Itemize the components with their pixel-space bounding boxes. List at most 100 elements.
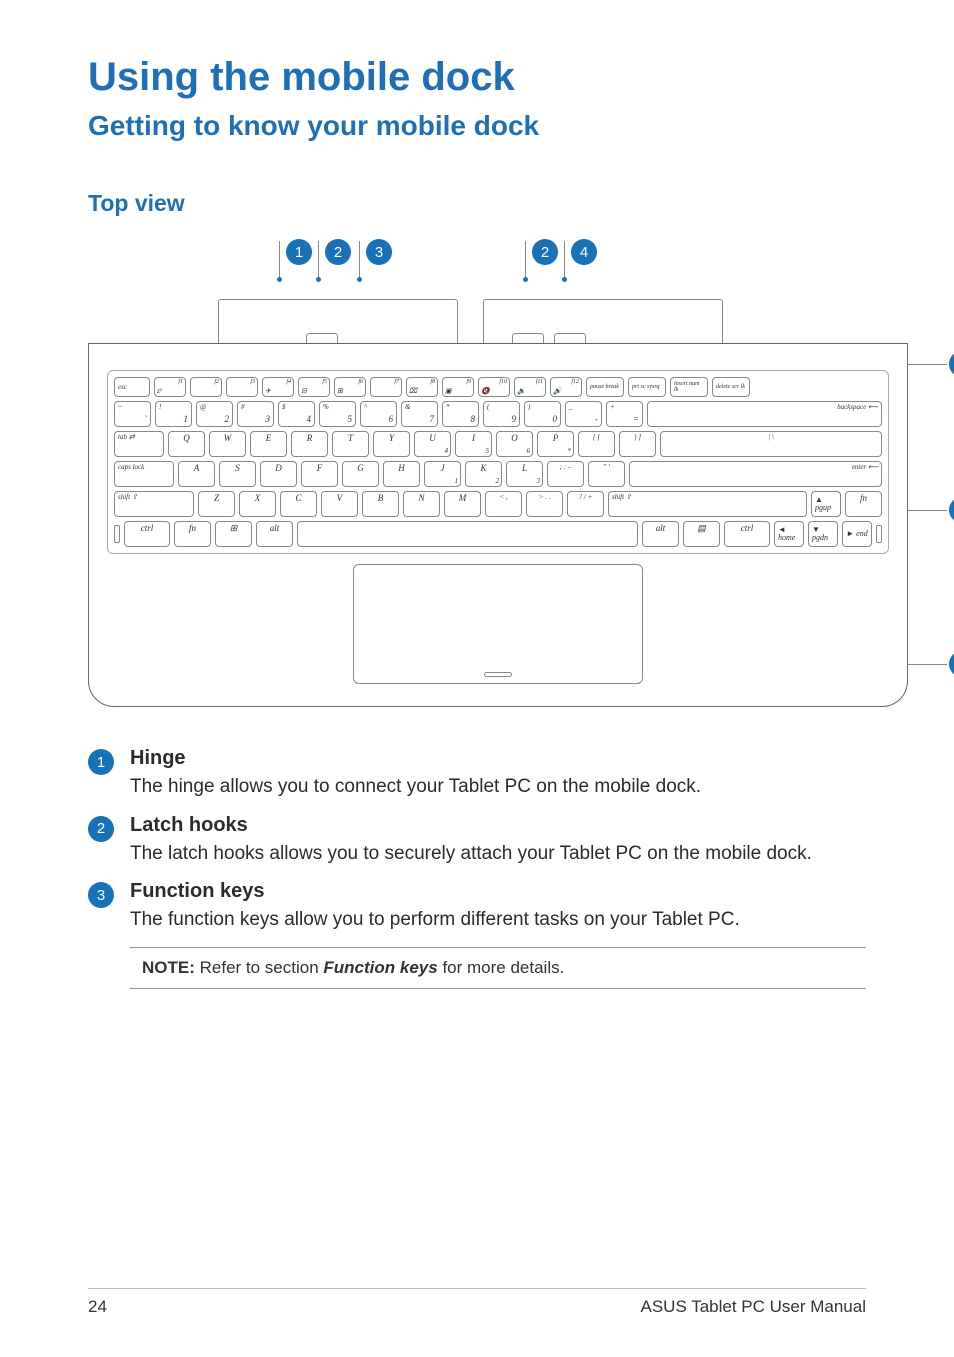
key-q: Q xyxy=(168,431,205,457)
key-f1: f1z² xyxy=(154,377,186,397)
callout-badge-1: 1 xyxy=(88,749,114,775)
desc-item-1: 1 Hinge The hinge allows you to connect … xyxy=(88,747,866,800)
key-capslock: caps lock xyxy=(114,461,174,487)
key-esc: esc xyxy=(114,377,150,397)
key-h: H xyxy=(383,461,420,487)
key-d: D xyxy=(260,461,297,487)
key-right: ► end xyxy=(842,521,872,547)
key-f7: f7 xyxy=(370,377,402,397)
note-post: for more details. xyxy=(438,958,565,977)
touchpad-button-icon xyxy=(484,672,512,677)
key-p: P* xyxy=(537,431,574,457)
key-y: Y xyxy=(373,431,410,457)
key-l: L3 xyxy=(506,461,543,487)
key-k: K2 xyxy=(465,461,502,487)
key-r: R xyxy=(291,431,328,457)
callout-badge-2: 2 xyxy=(532,239,558,265)
key-prtsc: prt sc sysrq xyxy=(628,377,666,397)
function-key-row: esc f1z² f2 f3 f4✈ f5⊟ f6⊞ f7 f8⌧ f9▣ f1… xyxy=(114,377,882,397)
key-shift-left: shift ⇧ xyxy=(114,491,194,517)
touchpad xyxy=(353,564,643,684)
desc-title: Function keys xyxy=(130,880,866,903)
keyboard: esc f1z² f2 f3 f4✈ f5⊟ f6⊞ f7 f8⌧ f9▣ f1… xyxy=(107,370,889,554)
key-grave: ~` xyxy=(114,401,151,427)
desc-title: Latch hooks xyxy=(130,814,866,837)
key-v: V xyxy=(321,491,358,517)
desc-item-2: 2 Latch hooks The latch hooks allows you… xyxy=(88,814,866,867)
key-j: J1 xyxy=(424,461,461,487)
key-e: E xyxy=(250,431,287,457)
desc-body: The hinge allows you to connect your Tab… xyxy=(130,774,866,800)
key-f3: f3 xyxy=(226,377,258,397)
key-lbracket: { [ xyxy=(578,431,615,457)
key-f10: f10🔇 xyxy=(478,377,510,397)
key-b: B xyxy=(362,491,399,517)
callout-badge-3: 3 xyxy=(88,882,114,908)
key-3: #3 xyxy=(237,401,274,427)
key-menu: ▤ xyxy=(683,521,720,547)
key-9: (9 xyxy=(483,401,520,427)
key-f2: f2 xyxy=(190,377,222,397)
key-down: ▼ pgdn xyxy=(808,521,838,547)
callout-badge-7: 7 xyxy=(949,651,954,677)
callout-badge-3: 3 xyxy=(366,239,392,265)
main-title: Using the mobile dock xyxy=(88,55,866,100)
key-2: @2 xyxy=(196,401,233,427)
key-7: &7 xyxy=(401,401,438,427)
key-z: Z xyxy=(198,491,235,517)
key-windows: ⊞ xyxy=(215,521,252,547)
desc-item-3: 3 Function keys The function keys allow … xyxy=(88,880,866,989)
key-alt-right: alt xyxy=(642,521,679,547)
release-icon xyxy=(554,333,586,343)
key-delete: delete scr lk xyxy=(712,377,750,397)
hinge-tab-left xyxy=(218,299,458,343)
note-label: NOTE: xyxy=(142,958,195,977)
key-f5: f5⊟ xyxy=(298,377,330,397)
key-backslash: | \ xyxy=(660,431,882,457)
key-period: > . . xyxy=(526,491,563,517)
key-up: ▲ pgup xyxy=(811,491,841,517)
key-n: N xyxy=(403,491,440,517)
key-4: $4 xyxy=(278,401,315,427)
desc-body: The latch hooks allows you to securely a… xyxy=(130,841,866,867)
manual-title: ASUS Tablet PC User Manual xyxy=(640,1297,866,1317)
callout-badge-1: 1 xyxy=(286,239,312,265)
key-ctrl-left: ctrl xyxy=(124,521,170,547)
key-pause: pause break xyxy=(586,377,624,397)
key-ctrl-right: ctrl xyxy=(724,521,770,547)
callout-badge-6: 6 xyxy=(949,497,954,523)
key-insert: insert num lk xyxy=(670,377,708,397)
key-fn-left: fn xyxy=(174,521,211,547)
key-g: G xyxy=(342,461,379,487)
key-a: A xyxy=(178,461,215,487)
key-8: *8 xyxy=(442,401,479,427)
key-fn-right: fn xyxy=(845,491,882,517)
key-i: I5 xyxy=(455,431,492,457)
note-box: NOTE: Refer to section Function keys for… xyxy=(130,947,866,989)
dock-diagram: 1 2 3 2 4 5 6 7 xyxy=(88,239,908,707)
key-f: F xyxy=(301,461,338,487)
key-f9: f9▣ xyxy=(442,377,474,397)
key-f11: f11🔉 xyxy=(514,377,546,397)
latch-hook-icon xyxy=(306,333,338,343)
key-quote: " ' xyxy=(588,461,625,487)
key-1: !1 xyxy=(155,401,192,427)
note-pre: Refer to section xyxy=(195,958,324,977)
key-c: C xyxy=(280,491,317,517)
key-o: O6 xyxy=(496,431,533,457)
callout-badge-2: 2 xyxy=(88,816,114,842)
key-m: M xyxy=(444,491,481,517)
key-u: U4 xyxy=(414,431,451,457)
key-left: ◄ home xyxy=(774,521,804,547)
key-tab: tab ⇄ xyxy=(114,431,164,457)
key-comma: < , xyxy=(485,491,522,517)
key-s: S xyxy=(219,461,256,487)
key-w: W xyxy=(209,431,246,457)
key-0: )0 xyxy=(524,401,561,427)
key-space xyxy=(297,521,638,547)
key-5: %5 xyxy=(319,401,356,427)
callout-badge-4: 4 xyxy=(571,239,597,265)
key-semicolon: ; : – xyxy=(547,461,584,487)
page-footer: 24 ASUS Tablet PC User Manual xyxy=(88,1288,866,1317)
key-minus: _- xyxy=(565,401,602,427)
